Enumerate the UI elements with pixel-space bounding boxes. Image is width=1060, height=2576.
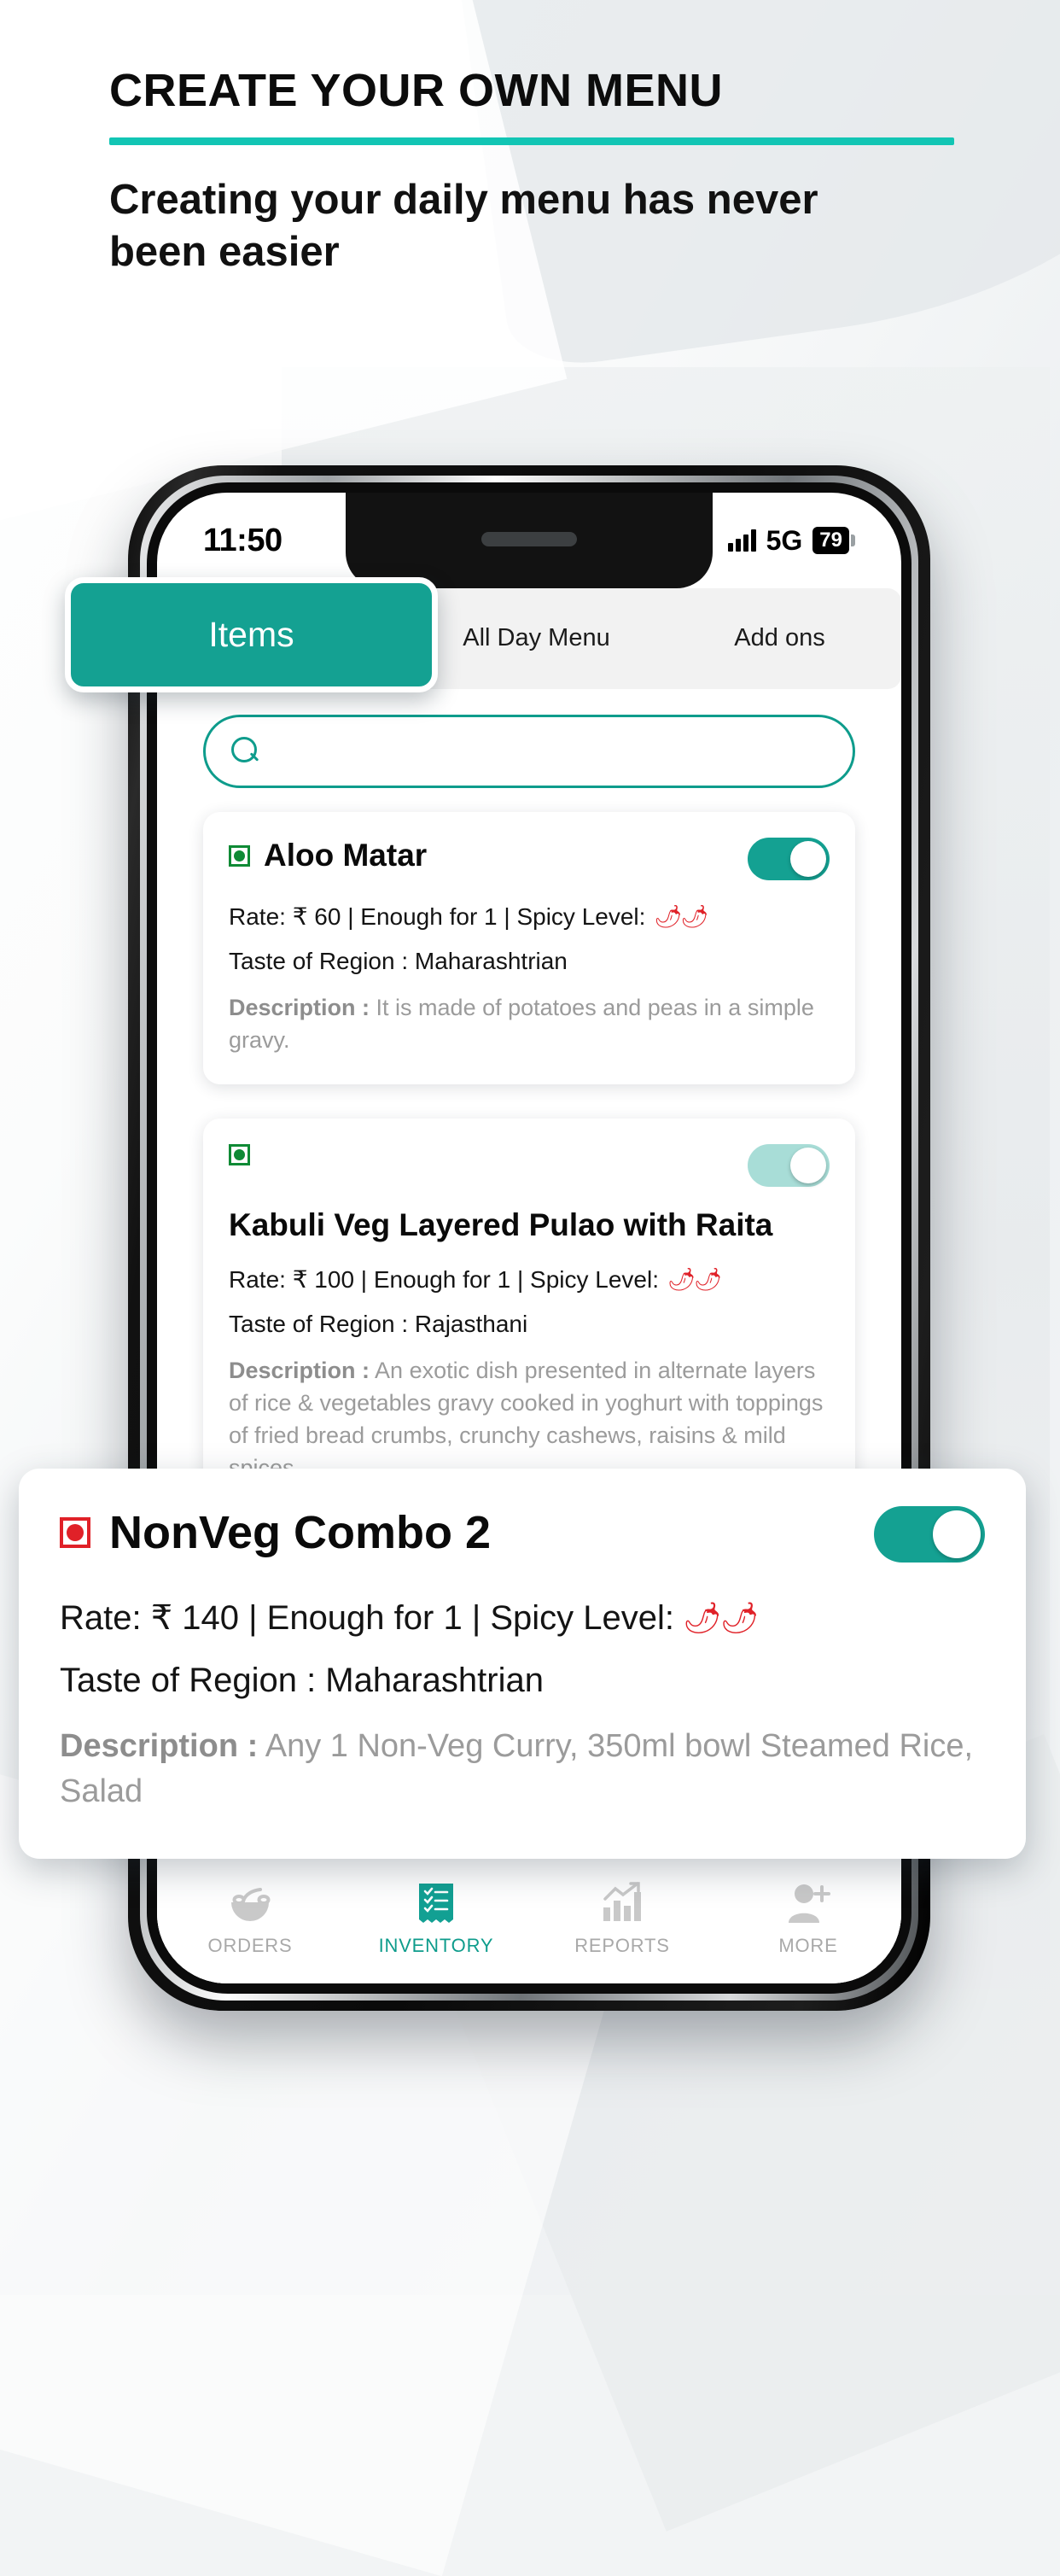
receipt-checklist-icon bbox=[417, 1882, 455, 1925]
spicy-level-icon: 🌶🌶 bbox=[682, 1600, 759, 1635]
item-title-row: Aloo Matar bbox=[229, 838, 427, 874]
item-availability-toggle[interactable] bbox=[748, 838, 830, 880]
battery-level-label: 79 bbox=[812, 527, 849, 554]
item-description-label: Description : bbox=[229, 1358, 370, 1384]
signal-bars-icon bbox=[727, 529, 756, 552]
featured-region: Taste of Region : Maharashtrian bbox=[60, 1662, 544, 1699]
phone-notch bbox=[346, 493, 713, 588]
toggle-knob bbox=[933, 1510, 981, 1558]
nonveg-indicator-icon bbox=[60, 1517, 90, 1549]
item-description-label: Description : bbox=[229, 995, 370, 1020]
item-region: Taste of Region : Maharashtrian bbox=[229, 948, 568, 974]
toggle-knob bbox=[790, 1147, 826, 1183]
featured-rate-label: Rate: ₹ 140 | Enough for 1 | Spicy Level… bbox=[60, 1599, 674, 1637]
nav-item-orders[interactable]: ORDERS bbox=[157, 1882, 343, 1957]
item-card-header bbox=[229, 1143, 830, 1187]
earpiece-speaker-icon bbox=[481, 532, 577, 546]
person-add-icon bbox=[786, 1882, 830, 1925]
item-rate-label: Rate: ₹ 100 | Enough for 1 | Spicy Level… bbox=[229, 1266, 659, 1294]
status-time: 11:50 bbox=[203, 522, 282, 558]
spicy-level-icon: 🌶🌶 bbox=[654, 903, 708, 929]
nav-label-reports: REPORTS bbox=[574, 1935, 670, 1956]
battery-icon: 79 bbox=[812, 527, 855, 554]
bottom-navigation: ORDERS INVENTORY REPORTS MORE bbox=[157, 1854, 901, 1983]
tab-add-ons[interactable]: Add ons bbox=[658, 588, 901, 689]
item-availability-toggle[interactable] bbox=[748, 1143, 830, 1187]
featured-item-name: NonVeg Combo 2 bbox=[109, 1507, 492, 1558]
status-indicators: 5G 79 bbox=[727, 524, 855, 557]
promo-header: CREATE YOUR OWN MENU Creating your daily… bbox=[109, 67, 980, 278]
item-description: Description : An exotic dish presented i… bbox=[229, 1355, 830, 1484]
bar-chart-arrow-icon bbox=[600, 1882, 644, 1925]
toggle-knob bbox=[790, 841, 826, 877]
featured-description: Description : Any 1 Non-Veg Curry, 350ml… bbox=[60, 1724, 985, 1814]
headline-underline bbox=[109, 137, 954, 145]
tab-items-label: Items bbox=[208, 615, 294, 654]
network-type-label: 5G bbox=[766, 524, 803, 556]
featured-item-card[interactable]: NonVeg Combo 2 Rate: ₹ 140 | Enough for … bbox=[19, 1469, 1026, 1860]
search-bar bbox=[203, 715, 855, 788]
item-rate-row: Rate: ₹ 100 | Enough for 1 | Spicy Level… bbox=[229, 1265, 830, 1294]
item-name: Kabuli Veg Layered Pulao with Raita bbox=[229, 1206, 773, 1242]
promo-headline: CREATE YOUR OWN MENU bbox=[109, 65, 724, 116]
search-box[interactable] bbox=[203, 715, 855, 788]
nav-label-more: MORE bbox=[778, 1935, 838, 1956]
battery-cap bbox=[851, 534, 855, 546]
search-icon bbox=[231, 737, 260, 766]
veg-indicator-icon bbox=[229, 1143, 250, 1165]
veg-indicator-icon bbox=[229, 844, 250, 867]
nav-item-inventory[interactable]: INVENTORY bbox=[343, 1882, 529, 1957]
nav-item-more[interactable]: MORE bbox=[715, 1882, 901, 1957]
bowl-icon bbox=[226, 1882, 274, 1925]
nav-label-inventory: INVENTORY bbox=[378, 1935, 494, 1956]
featured-availability-toggle[interactable] bbox=[874, 1506, 985, 1563]
featured-description-label: Description : bbox=[60, 1728, 259, 1764]
item-rate-label: Rate: ₹ 60 | Enough for 1 | Spicy Level: bbox=[229, 903, 646, 930]
item-rate-row: Rate: ₹ 60 | Enough for 1 | Spicy Level:… bbox=[229, 902, 830, 931]
featured-card-header: NonVeg Combo 2 bbox=[60, 1506, 985, 1563]
item-region: Taste of Region : Rajasthani bbox=[229, 1311, 528, 1338]
item-description: Description : It is made of potatoes and… bbox=[229, 992, 830, 1057]
tab-items[interactable]: Items bbox=[65, 577, 438, 692]
item-title-row bbox=[229, 1143, 250, 1165]
featured-title-row: NonVeg Combo 2 bbox=[60, 1506, 491, 1559]
item-card[interactable]: Kabuli Veg Layered Pulao with Raita Rate… bbox=[203, 1118, 855, 1512]
item-name: Aloo Matar bbox=[264, 838, 428, 873]
featured-rate-row: Rate: ₹ 140 | Enough for 1 | Spicy Level… bbox=[60, 1598, 985, 1638]
item-card[interactable]: Aloo Matar Rate: ₹ 60 | Enough for 1 | S… bbox=[203, 812, 855, 1084]
nav-label-orders: ORDERS bbox=[207, 1935, 293, 1956]
promo-subheadline: Creating your daily menu has never been … bbox=[109, 176, 818, 275]
search-input[interactable] bbox=[276, 736, 827, 767]
spicy-level-icon: 🌶🌶 bbox=[667, 1266, 722, 1293]
item-card-header: Aloo Matar bbox=[229, 838, 830, 880]
tab-all-day-menu[interactable]: All Day Menu bbox=[413, 588, 658, 689]
nav-item-reports[interactable]: REPORTS bbox=[529, 1882, 715, 1957]
